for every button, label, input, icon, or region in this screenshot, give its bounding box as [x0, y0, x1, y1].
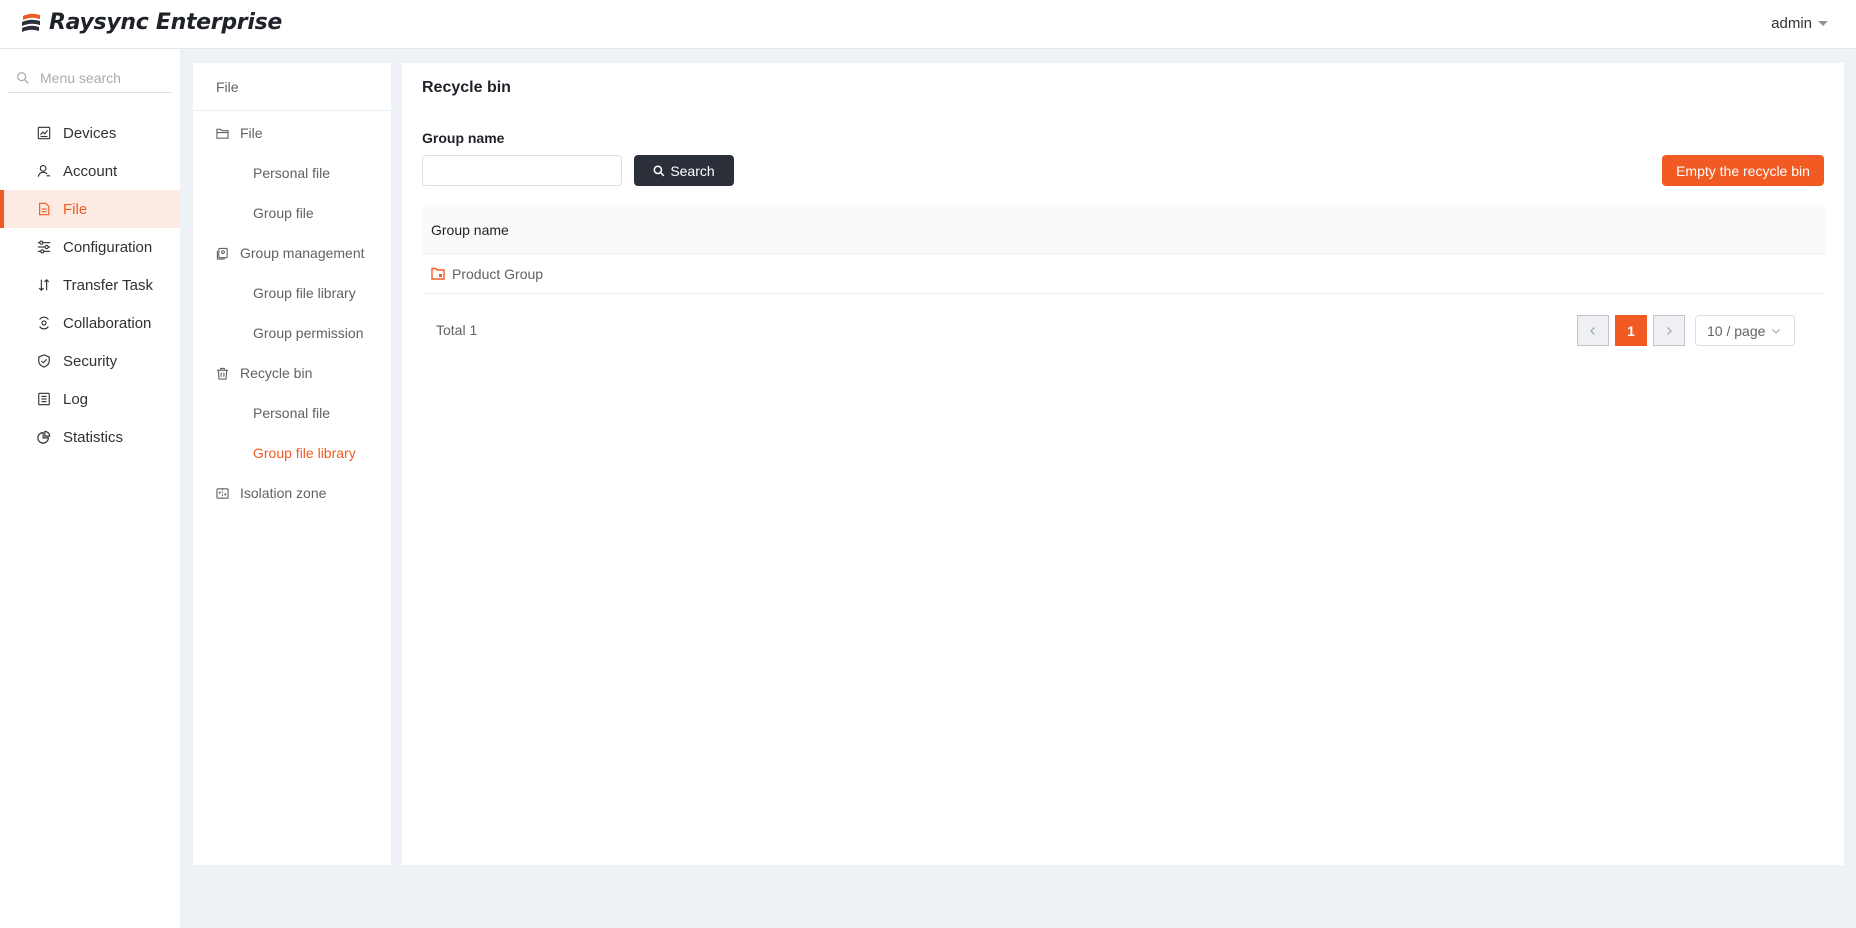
security-icon — [38, 354, 50, 368]
sidebar-item-statistics[interactable]: Statistics — [0, 418, 180, 456]
search-icon — [17, 71, 29, 84]
next-page-button[interactable] — [1653, 315, 1685, 346]
devices-icon — [37, 126, 51, 140]
empty-recycle-bin-button[interactable]: Empty the recycle bin — [1662, 155, 1824, 186]
configuration-icon — [37, 240, 51, 254]
column-header-group-name: Group name — [431, 222, 509, 238]
collaboration-icon — [39, 316, 49, 330]
main-panel: Recycle bin Group name Search Empty the … — [402, 63, 1844, 865]
subnav-item-group-file-library[interactable]: Group file library — [193, 273, 391, 313]
page-size-value: 10 / page — [1707, 322, 1766, 339]
group-name-cell: Product Group — [452, 265, 544, 282]
page-number-button[interactable]: 1 — [1615, 315, 1647, 346]
main-sidebar: Devices Account File Configuration Trans… — [0, 49, 180, 928]
sidebar-item-label: Transfer Task — [63, 276, 154, 294]
subnav-item-recycle-group-file-library[interactable]: Group file library — [193, 433, 391, 473]
search-icon — [653, 165, 665, 176]
file-subnav: File File Personal file Group file Group… — [193, 63, 391, 865]
prev-page-button[interactable] — [1577, 315, 1609, 346]
app-title: Raysync Enterprise — [49, 10, 282, 35]
file-icon — [39, 202, 50, 216]
menu-search-input[interactable] — [40, 69, 160, 86]
search-button[interactable]: Search — [634, 155, 734, 186]
recycle-bin-table: Group name Product Group — [422, 207, 1826, 294]
table-row[interactable]: Product Group — [422, 254, 1826, 294]
folder-icon — [216, 128, 229, 139]
subnav-item-group-permission[interactable]: Group permission — [193, 313, 391, 353]
chevron-down-icon — [1772, 328, 1781, 334]
sidebar-item-label: Log — [63, 390, 89, 408]
menu-search — [8, 63, 172, 93]
group-name-label: Group name — [422, 130, 505, 146]
pagination: 1 — [1577, 315, 1685, 346]
subnav-group-label: Isolation zone — [240, 485, 327, 501]
sidebar-item-label: Collaboration — [63, 314, 152, 332]
page-title: Recycle bin — [422, 79, 511, 96]
sidebar-item-label: Account — [63, 162, 118, 180]
log-icon — [38, 392, 50, 406]
isolation-zone-icon — [216, 487, 229, 499]
user-menu[interactable]: admin — [1771, 15, 1828, 32]
sidebar-item-label: Security — [63, 352, 118, 370]
sidebar-item-account[interactable]: Account — [0, 152, 180, 190]
trash-icon — [216, 367, 229, 380]
chevron-right-icon — [1667, 326, 1672, 335]
pagination-total: Total 1 — [436, 322, 478, 338]
app-logo: Raysync Enterprise — [19, 10, 282, 35]
subnav-group-group-management: Group management — [193, 233, 391, 273]
subnav-title: File — [193, 63, 391, 111]
sidebar-item-log[interactable]: Log — [0, 380, 180, 418]
subnav-group-recycle-bin: Recycle bin — [193, 353, 391, 393]
transfer-icon — [38, 278, 50, 292]
sidebar-item-configuration[interactable]: Configuration — [0, 228, 180, 266]
user-name: admin — [1771, 15, 1812, 32]
group-folder-icon — [431, 267, 445, 280]
sidebar-item-transfer-task[interactable]: Transfer Task — [0, 266, 180, 304]
group-name-input[interactable] — [422, 155, 622, 186]
sidebar-item-label: File — [63, 200, 88, 218]
page-size-select[interactable]: 10 / page — [1695, 315, 1795, 346]
chevron-left-icon — [1590, 326, 1595, 335]
sidebar-nav: Devices Account File Configuration Trans… — [0, 114, 180, 456]
subnav-group-isolation-zone[interactable]: Isolation zone — [193, 473, 391, 513]
account-icon — [37, 165, 51, 177]
statistics-icon — [37, 430, 51, 444]
sidebar-item-label: Statistics — [63, 428, 124, 446]
subnav-group-label: Group management — [240, 245, 365, 261]
subnav-item-group-file[interactable]: Group file — [193, 193, 391, 233]
sidebar-item-label: Configuration — [63, 238, 153, 256]
search-button-label: Search — [670, 162, 715, 179]
subnav-group-label: File — [240, 125, 263, 141]
caret-down-icon — [1818, 21, 1828, 26]
subnav-item-recycle-personal-file[interactable]: Personal file — [193, 393, 391, 433]
sidebar-item-file[interactable]: File — [0, 190, 180, 228]
top-header: Raysync Enterprise admin — [0, 0, 1856, 49]
subnav-item-personal-file[interactable]: Personal file — [193, 153, 391, 193]
group-management-icon — [216, 247, 228, 260]
table-header: Group name — [422, 207, 1826, 254]
raysync-logo-icon — [22, 13, 40, 32]
sidebar-item-label: Devices — [63, 124, 117, 142]
sidebar-item-devices[interactable]: Devices — [0, 114, 180, 152]
subnav-group-file: File — [193, 113, 391, 153]
sidebar-item-security[interactable]: Security — [0, 342, 180, 380]
sidebar-item-collaboration[interactable]: Collaboration — [0, 304, 180, 342]
subnav-group-label: Recycle bin — [240, 365, 313, 381]
